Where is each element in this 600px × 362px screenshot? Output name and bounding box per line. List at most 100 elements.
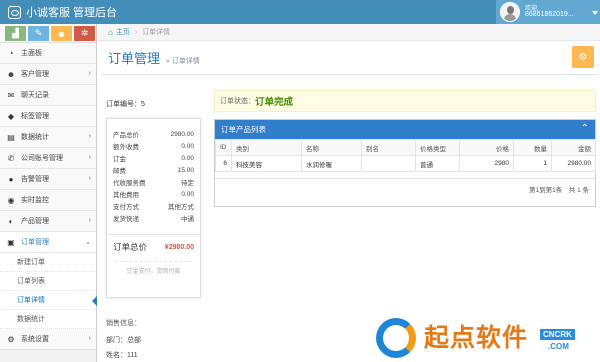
sales-info-title: 销售信息： (106, 320, 141, 327)
user-menu[interactable]: 欢迎, 86861862019... (496, 0, 600, 24)
header-divider (102, 74, 598, 75)
shortcut-button-0[interactable]: ▟ (5, 26, 26, 41)
receipt-value: 待定 (181, 180, 194, 187)
column-header[interactable]: 数量 (513, 139, 552, 156)
sidebar-subitem[interactable]: 新建订单 (0, 253, 96, 272)
receipt-label: 其他费用 (113, 192, 139, 199)
column-header[interactable]: 价格类型 (415, 139, 460, 156)
watermark-logo: 起点软件 CNCRK .COM (372, 310, 600, 362)
receipt-row: 邮费 15.00 (107, 164, 200, 176)
chevron-icon: › (88, 70, 91, 77)
sidebar-item[interactable]: ▣ 订单管理 ⌄ (0, 232, 96, 253)
sidebar-item-label: 数据统计 (21, 134, 49, 141)
pencil-icon: ✎ (34, 28, 43, 38)
column-header[interactable]: 别名 (361, 139, 416, 156)
user-phone: 86861862019... (525, 11, 574, 18)
order-total-label: 订单总价 (113, 242, 148, 252)
breadcrumb: ⌂ 主页 › 订单详情 (97, 24, 600, 41)
phone-icon: ✆ (7, 153, 15, 163)
receipt-value: 15.00 (177, 166, 194, 174)
sidebar-item[interactable]: ◐ 产品管理 › (0, 211, 96, 232)
receipt-row: 其他费用 0.00 (107, 188, 200, 200)
table-pager: 第1到第1条 共 1 条 (215, 178, 595, 198)
shortcut-button-2[interactable]: ☻ (51, 26, 72, 41)
breadcrumb-current: 订单详情 (142, 29, 171, 36)
receipt-row: 产品总价 2980.00 (107, 128, 200, 140)
receipt-value: 0.00 (181, 142, 194, 150)
column-header[interactable]: 类别 (231, 139, 302, 156)
receipt-label: 发货快递 (113, 216, 139, 223)
sidebar-item[interactable]: ◔ 主面板 (0, 43, 96, 64)
sidebar-item[interactable]: ◉ 实时监控 (0, 190, 96, 211)
receipt-label: 订金 (113, 156, 126, 163)
sidebar-item-label: 公司账号管理 (21, 155, 63, 162)
chevron-icon: › (88, 175, 91, 182)
sidebar-item[interactable]: ▤ 数据统计 › (0, 127, 96, 148)
table-cell: 6 (215, 155, 232, 172)
shortcut-button-1[interactable]: ✎ (28, 26, 49, 41)
table-cell: 普通 (415, 155, 460, 172)
table-row[interactable]: 6 科技美容 水润修喔 普通 2980 1 2980.00 (215, 155, 596, 172)
sidebar-subitem[interactable]: 订单列表 (0, 272, 96, 291)
chevron-icon: ⌄ (85, 239, 91, 246)
table-cell (361, 155, 416, 172)
sidebar-subitem[interactable]: 数据统计 (0, 310, 96, 329)
product-table: ID 类别 名称 别名 价格类型 价格 数量 金额 6 科技美容 水润修喔 普通 2980 1 2980.… (215, 139, 596, 172)
order-status-label: 订单状态： (220, 98, 255, 105)
sidebar-item[interactable]: ✆ 公司账号管理 › (0, 148, 96, 169)
column-header[interactable]: 名称 (301, 139, 362, 156)
home-icon[interactable]: ⌂ (108, 28, 113, 37)
chart-icon: ▤ (7, 132, 15, 142)
table-cell: 2980.00 (551, 155, 596, 172)
users-icon: ☻ (6, 69, 16, 79)
order-status-value: 订单完成 (255, 97, 294, 108)
order-icon: ▣ (7, 237, 15, 247)
tag-icon: ◆ (7, 111, 15, 121)
app-title: 小诚客服 管理后台 (26, 7, 118, 19)
breadcrumb-home[interactable]: 主页 (116, 27, 130, 37)
receipt-value: 0.00 (181, 190, 194, 198)
sidebar-item-label: 主面板 (21, 50, 42, 57)
column-header[interactable]: ID (215, 139, 232, 156)
chevron-up-icon[interactable]: ⌃ (581, 123, 589, 134)
breadcrumb-separator: › (134, 28, 138, 36)
order-total: 订单总价 ¥2980.00 (107, 234, 200, 253)
sidebar-item-label: 实时监控 (21, 197, 49, 204)
sidebar-item[interactable]: ● 告警管理 › (0, 169, 96, 190)
settings-cog-button[interactable]: ⚙ (572, 46, 594, 68)
order-total-value: ¥2980.00 (164, 243, 194, 251)
receipt-row: 发货快递 中通 (107, 212, 200, 224)
receipt-label: 额外收费 (113, 144, 139, 151)
table-cell: 科技美容 (231, 155, 302, 172)
sidebar-item-label: 标签管理 (21, 113, 49, 120)
page-title: 订单管理 (108, 51, 161, 66)
receipt-value: 2980.00 (170, 130, 195, 138)
alert-icon: ● (8, 174, 14, 184)
sales-dept: 部门：总部 (106, 337, 141, 344)
chevron-icon: › (88, 133, 91, 140)
sidebar-item[interactable]: ✉ 聊天记录 (0, 85, 96, 106)
dashboard-icon: ◔ (8, 48, 14, 58)
column-header[interactable]: 价格 (459, 139, 514, 156)
sidebar-item[interactable]: ◆ 标签管理 (0, 106, 96, 127)
sales-name: 姓名：111 (106, 352, 138, 359)
page-subtitle: » 订单详情 (166, 58, 200, 65)
order-receipt: 产品总价 2980.00 额外收费 0.00 订金 0.00 邮费 15.00 代收服务费 待定其… (106, 118, 201, 298)
chevron-icon: › (88, 154, 91, 161)
sidebar-subitem[interactable]: 订单详情 (0, 291, 97, 310)
brand[interactable]: 小诚客服 管理后台 (8, 4, 117, 20)
sidebar-item[interactable]: ☻ 客户管理 › (0, 64, 96, 85)
table-cell: 2980 (459, 155, 514, 172)
sidebar-item-label: 聊天记录 (21, 92, 49, 99)
monitor-icon: ◉ (7, 195, 15, 205)
receipt-label: 产品总价 (113, 132, 139, 139)
product-icon: ◐ (8, 216, 14, 226)
sidebar-item[interactable]: ⚙ 系统设置 › (0, 329, 96, 350)
product-list-title: 订单产品列表 (221, 125, 266, 134)
shortcut-button-3[interactable]: ✲ (74, 26, 95, 41)
chat-logo-icon (8, 5, 21, 19)
watermark-com: .COM (548, 342, 569, 351)
users-icon: ☻ (56, 28, 67, 39)
chevron-icon: › (88, 335, 91, 342)
column-header[interactable]: 金额 (551, 139, 596, 156)
